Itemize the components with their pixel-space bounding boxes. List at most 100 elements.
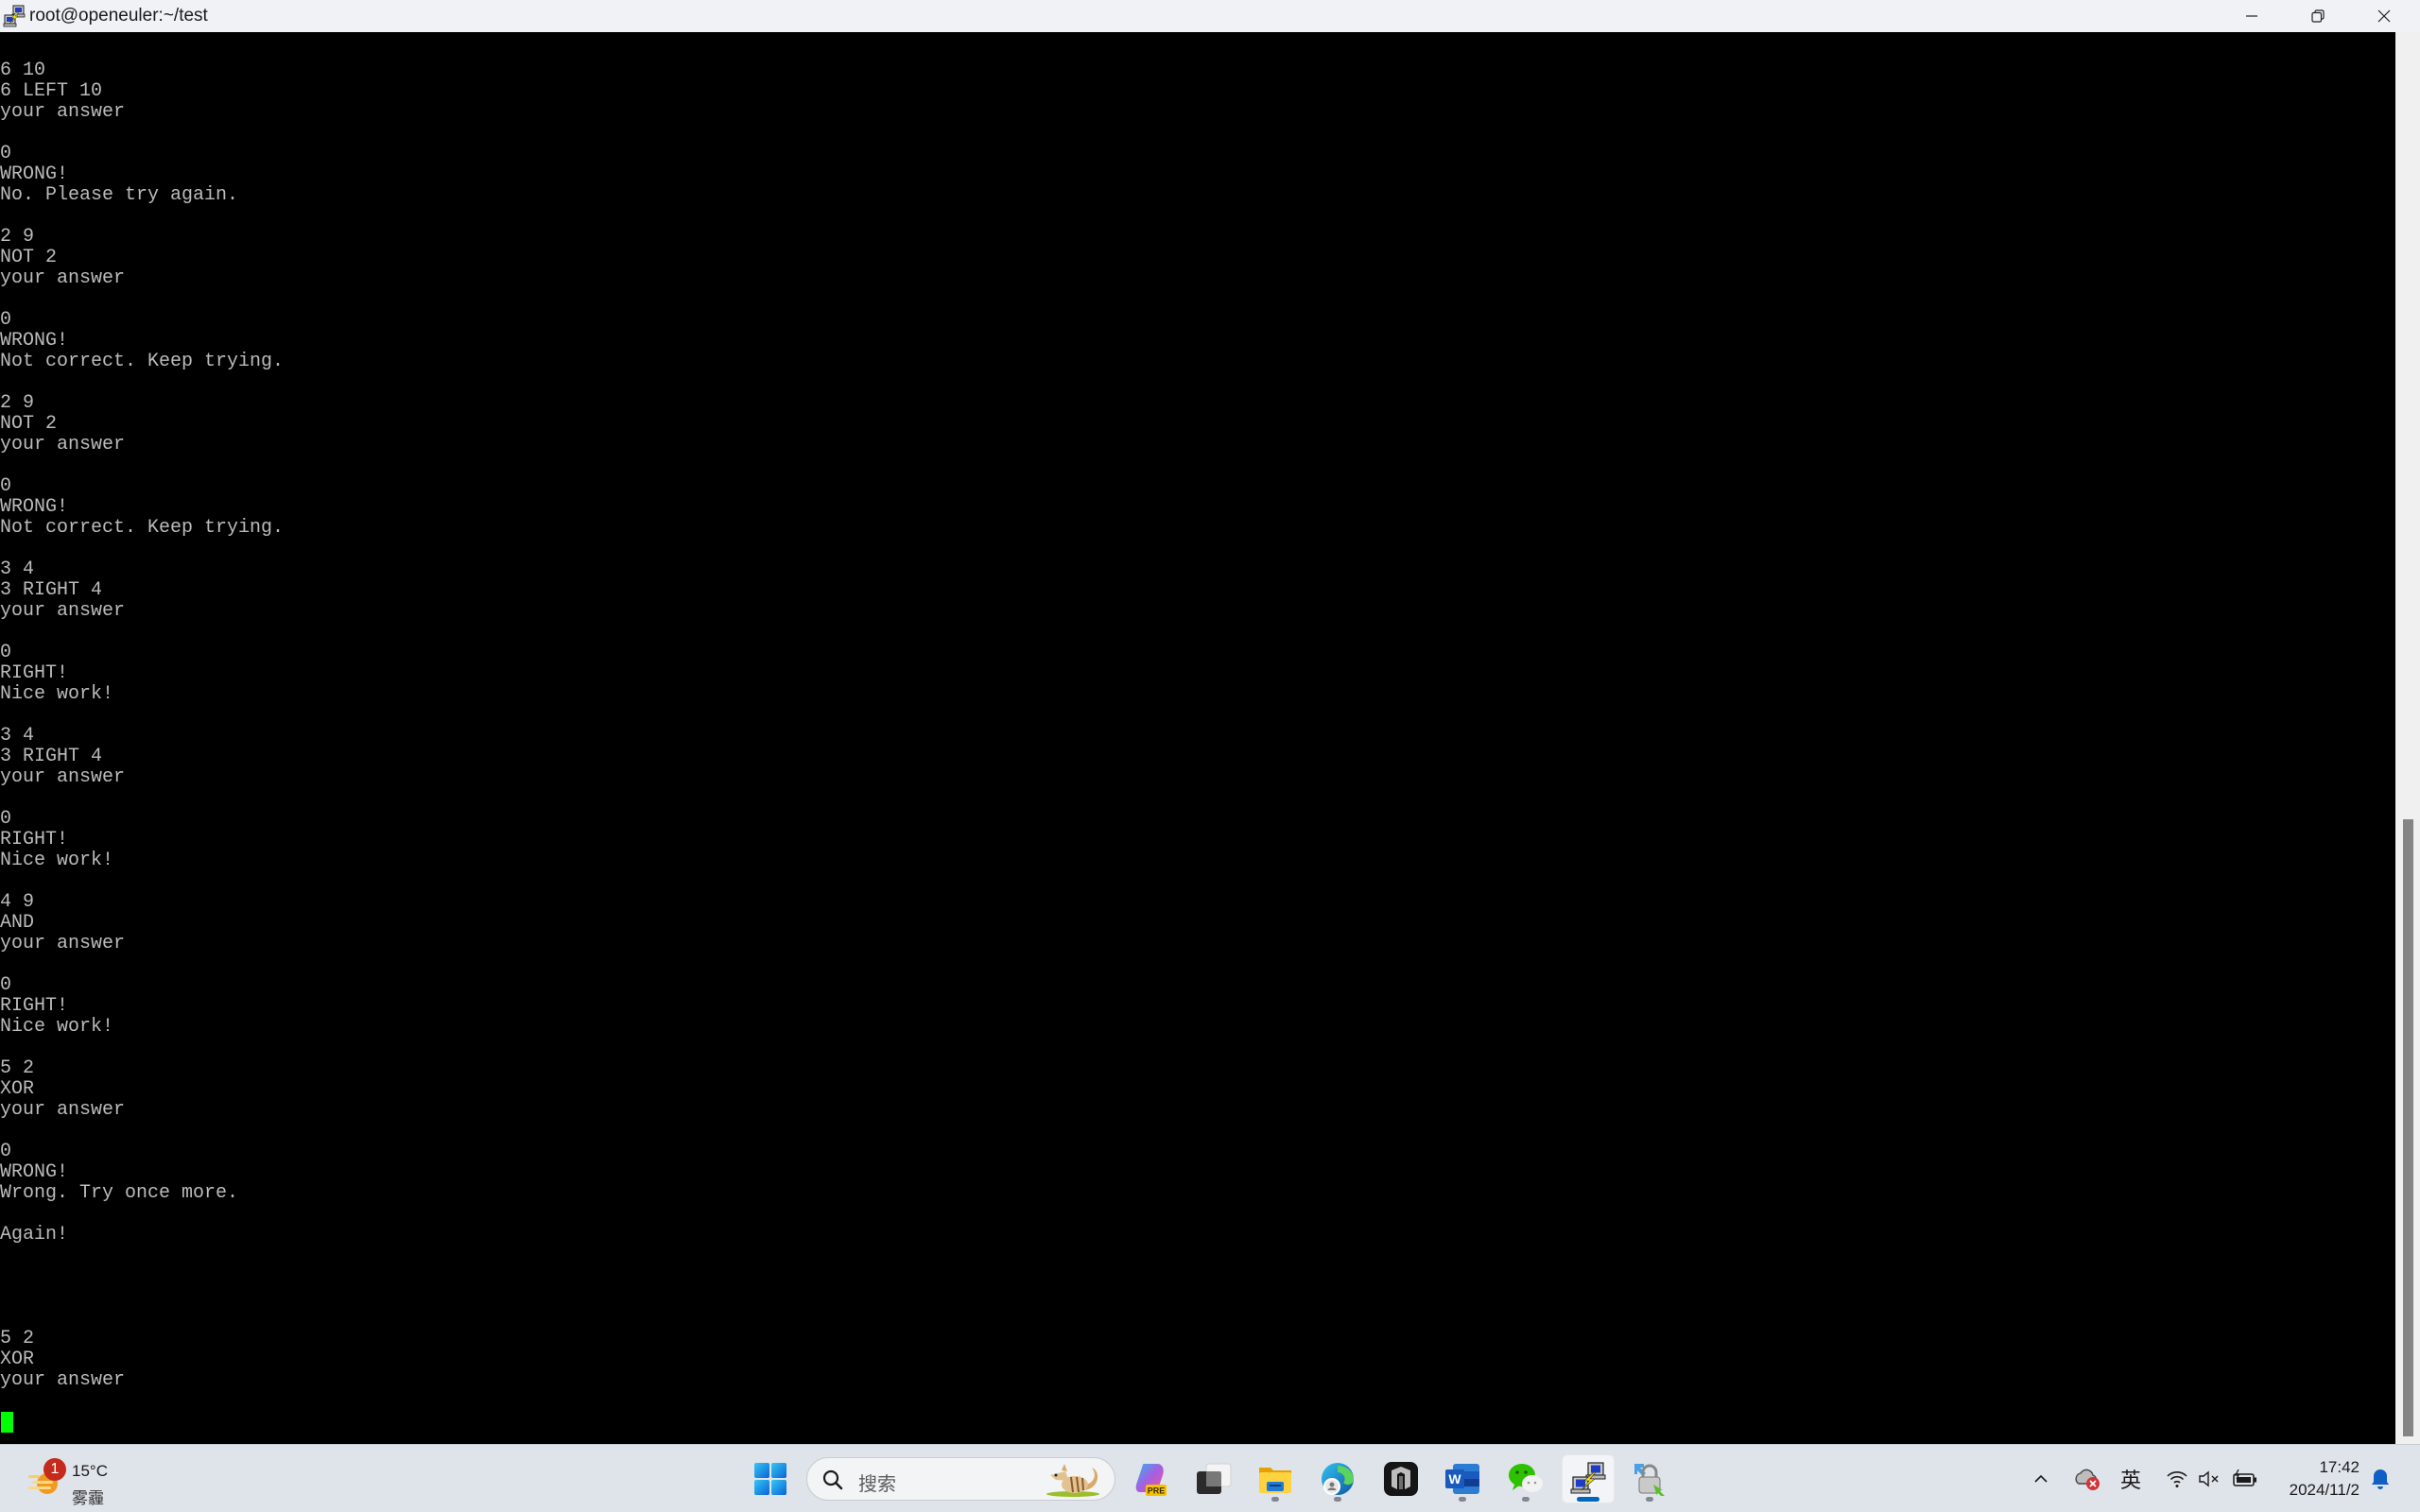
battery-button[interactable] xyxy=(2231,1462,2259,1496)
minimize-icon xyxy=(2246,15,2257,17)
edge-icon xyxy=(1322,1463,1354,1495)
terminal-line: your answer xyxy=(0,933,126,954)
taskbar-app-wechat[interactable] xyxy=(1501,1454,1550,1503)
taskbar-search[interactable]: 搜索 xyxy=(806,1457,1115,1501)
terminal-line: 2 9 xyxy=(0,226,35,248)
search-placeholder: 搜索 xyxy=(858,1474,896,1495)
svg-text:PRE: PRE xyxy=(1148,1486,1166,1496)
puttygen-lock-icon xyxy=(1634,1464,1665,1496)
terminal-line: RIGHT! xyxy=(0,995,69,1017)
weather-widget[interactable]: 1 15°C 雾霾 xyxy=(23,1454,136,1507)
minimize-button[interactable] xyxy=(2220,0,2284,32)
terminal-line: 3 RIGHT 4 xyxy=(0,746,103,767)
network-button[interactable] xyxy=(2165,1462,2189,1496)
terminal-line: WRONG! xyxy=(0,163,69,185)
terminal-line: Not correct. Keep trying. xyxy=(0,517,285,539)
weather-temperature: 15°C xyxy=(72,1462,108,1480)
search-highlight-numbat-icon xyxy=(1046,1464,1099,1497)
terminal-line: your answer xyxy=(0,267,126,289)
battery-charging-icon xyxy=(2233,1469,2256,1486)
terminal-line: 0 xyxy=(0,475,12,497)
running-indicator xyxy=(1646,1497,1653,1502)
terminal-line: your answer xyxy=(0,1369,126,1391)
scrollbar-thumb[interactable] xyxy=(2403,819,2413,1436)
terminal-line: Nice work! xyxy=(0,1016,114,1038)
clock[interactable]: 17:42 2024/11/2 xyxy=(2290,1456,2360,1502)
terminal-line: NOT 2 xyxy=(0,247,58,268)
wechat-icon xyxy=(1509,1464,1543,1492)
terminal-line: Wrong. Try once more. xyxy=(0,1182,239,1204)
terminal-line: Again! xyxy=(0,1224,69,1246)
terminal-line: NOT 2 xyxy=(0,413,58,435)
terminal-lines: 6 10 6 LEFT 10 your answer 0 WRONG! No. Pleas… xyxy=(0,40,284,1412)
start-button[interactable] xyxy=(746,1454,795,1503)
taskbar-task-view[interactable] xyxy=(1189,1454,1238,1503)
taskbar-app-edge[interactable] xyxy=(1313,1454,1362,1503)
terminal-line: 0 xyxy=(0,974,12,996)
taskbar-app-puttygen[interactable] xyxy=(1625,1454,1674,1503)
notifications-button[interactable] xyxy=(2367,1462,2394,1496)
terminal-line: XOR xyxy=(0,1078,35,1100)
terminal-line: 3 RIGHT 4 xyxy=(0,579,103,601)
taskbar-app-putty[interactable] xyxy=(1562,1454,1615,1503)
terminal-line: RIGHT! xyxy=(0,829,69,850)
search-icon xyxy=(822,1469,843,1490)
taskbar-app-file-explorer[interactable] xyxy=(1251,1454,1300,1503)
terminal-scrollbar[interactable] xyxy=(2395,32,2420,1444)
terminal-line: 4 9 xyxy=(0,891,35,913)
copilot-icon: PRE xyxy=(1135,1464,1167,1496)
restore-button[interactable] xyxy=(2286,0,2350,32)
terminal-line: 5 2 xyxy=(0,1057,35,1079)
terminal-line: AND xyxy=(0,912,35,934)
terminal-line: 0 xyxy=(0,143,12,164)
terminal-line: RIGHT! xyxy=(0,662,69,684)
taskbar: 1 15°C 雾霾 搜索 PRE W 英 17:42 2024/11/2 xyxy=(0,1444,2420,1512)
terminal-line: 0 xyxy=(0,808,12,830)
terminal-line: your answer xyxy=(0,1099,126,1121)
clock-date: 2024/11/2 xyxy=(2289,1481,2360,1499)
terminal-line: WRONG! xyxy=(0,330,69,352)
volume-muted-icon xyxy=(2199,1470,2219,1487)
terminal-line: No. Please try again. xyxy=(0,184,239,206)
input-method-indicator[interactable]: 英 xyxy=(2118,1462,2144,1496)
dark-app-icon xyxy=(1384,1462,1418,1496)
terminal-line: your answer xyxy=(0,600,126,622)
terminal-line: your answer xyxy=(0,434,126,455)
terminal-line: WRONG! xyxy=(0,496,69,518)
taskbar-app-copilot[interactable]: PRE xyxy=(1127,1454,1176,1503)
active-indicator xyxy=(1577,1497,1599,1502)
terminal-line: 0 xyxy=(0,642,12,663)
clock-time: 17:42 xyxy=(2319,1458,2360,1476)
running-indicator xyxy=(1271,1497,1279,1502)
cloud-error-icon xyxy=(2075,1469,2100,1490)
volume-button[interactable] xyxy=(2197,1462,2221,1496)
close-button[interactable] xyxy=(2352,0,2416,32)
terminal-line: Not correct. Keep trying. xyxy=(0,351,285,372)
taskbar-app-word[interactable]: W xyxy=(1438,1454,1487,1503)
running-indicator xyxy=(1334,1497,1341,1502)
svg-text:W: W xyxy=(1448,1471,1461,1486)
terminal-output[interactable]: 6 10 6 LEFT 10 your answer 0 WRONG! No. Pleas… xyxy=(0,32,2395,1444)
window-title-bar[interactable]: root@openeuler:~/test xyxy=(0,0,2420,32)
tray-onedrive-error[interactable] xyxy=(2072,1462,2102,1496)
running-indicator xyxy=(1522,1497,1530,1502)
terminal-line: XOR xyxy=(0,1349,35,1370)
putty-icon xyxy=(2,4,26,28)
windows-logo-icon xyxy=(754,1463,786,1495)
taskbar-app-dark[interactable] xyxy=(1376,1454,1426,1503)
show-hidden-icons-button[interactable] xyxy=(2029,1462,2053,1496)
terminal-line: 3 4 xyxy=(0,558,35,580)
